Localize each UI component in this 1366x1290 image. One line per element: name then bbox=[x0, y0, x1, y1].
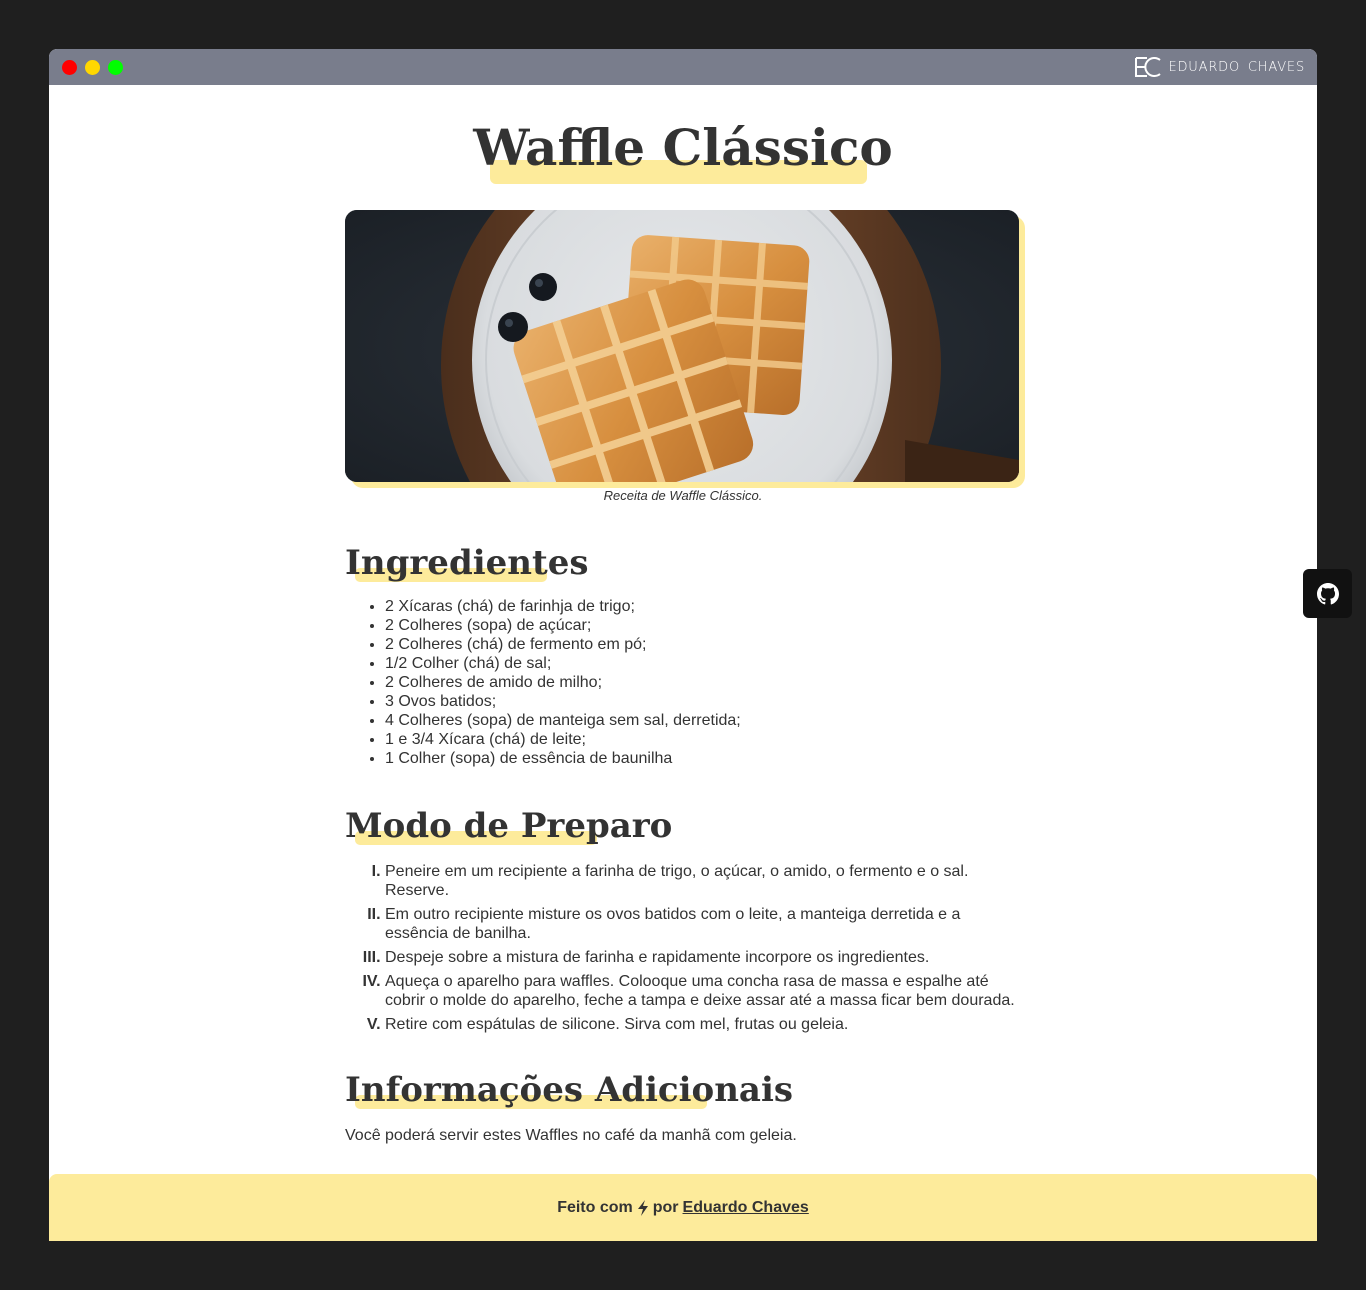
author-link[interactable]: Eduardo Chaves bbox=[683, 1199, 809, 1217]
ingredients-section: Ingredientes 2 Xícaras (chá) de farinhja… bbox=[345, 543, 1021, 768]
list-item: 2 Colheres (chá) de fermento em pó; bbox=[385, 635, 1021, 654]
list-item: 3 Ovos batidos; bbox=[385, 692, 1021, 711]
step-item: Peneire em um recipiente a farinha de tr… bbox=[385, 862, 1021, 900]
footer-prefix: Feito com bbox=[557, 1198, 633, 1216]
lightning-bolt-icon bbox=[637, 1199, 648, 1216]
page-footer: Feito com por Eduardo Chaves bbox=[49, 1174, 1317, 1241]
github-icon bbox=[1316, 582, 1339, 604]
image-caption: Receita de Waffle Clássico. bbox=[603, 488, 763, 503]
footer-middle: por bbox=[652, 1198, 679, 1216]
ingredients-heading: Ingredientes bbox=[345, 543, 589, 583]
list-item: 1 e 3/4 Xícara (chá) de leite; bbox=[385, 730, 1021, 749]
step-item: Em outro recipiente misture os ovos bati… bbox=[385, 905, 1021, 943]
info-text: Você poderá servir estes Waffles no café… bbox=[345, 1127, 797, 1144]
github-button[interactable] bbox=[1303, 569, 1352, 618]
brand[interactable]: EDUARDO CHAVES bbox=[1134, 49, 1305, 85]
list-item: 4 Colheres (sopa) de manteiga sem sal, d… bbox=[385, 711, 1021, 730]
list-item: 2 Colheres de amido de milho; bbox=[385, 673, 1021, 692]
ec-monogram-icon bbox=[1135, 57, 1162, 77]
step-item: Retire com espátulas de silicone. Sirva … bbox=[385, 1015, 1021, 1034]
list-item: 2 Colheres (sopa) de açúcar; bbox=[385, 616, 1021, 635]
step-item: Aqueça o aparelho para waffles. Colooque… bbox=[385, 972, 1021, 1010]
steps-heading: Modo de Preparo bbox=[345, 806, 673, 846]
list-item: 1/2 Colher (chá) de sal; bbox=[385, 654, 1021, 673]
close-dot[interactable] bbox=[62, 59, 77, 75]
browser-window: EDUARDO CHAVES Waffle Clássico Receita d… bbox=[49, 49, 1317, 1241]
recipe-content: Waffle Clássico Receita de Waffle Clássi… bbox=[345, 118, 1025, 1145]
page-title: Waffle Clássico bbox=[473, 118, 893, 184]
window-titlebar: EDUARDO CHAVES bbox=[49, 49, 1317, 85]
ingredients-list: 2 Xícaras (chá) de farinhja de trigo; 2 … bbox=[345, 597, 1021, 768]
list-item: 2 Xícaras (chá) de farinhja de trigo; bbox=[385, 597, 1021, 616]
maximize-dot[interactable] bbox=[108, 59, 123, 75]
steps-section: Modo de Preparo Peneire em um recipiente… bbox=[345, 806, 1021, 1034]
recipe-figure: Receita de Waffle Clássico. bbox=[345, 210, 1025, 503]
list-item: 1 Colher (sopa) de essência de baunilha bbox=[385, 749, 1021, 768]
waffle-image bbox=[345, 210, 1019, 482]
info-heading: Informações Adicionais bbox=[345, 1070, 794, 1110]
minimize-dot[interactable] bbox=[85, 59, 100, 75]
brand-name: EDUARDO CHAVES bbox=[1168, 59, 1305, 75]
info-section: Informações Adicionais Você poderá servi… bbox=[345, 1070, 1021, 1145]
steps-list: Peneire em um recipiente a farinha de tr… bbox=[345, 862, 1021, 1034]
step-item: Despeje sobre a mistura de farinha e rap… bbox=[385, 948, 1021, 967]
